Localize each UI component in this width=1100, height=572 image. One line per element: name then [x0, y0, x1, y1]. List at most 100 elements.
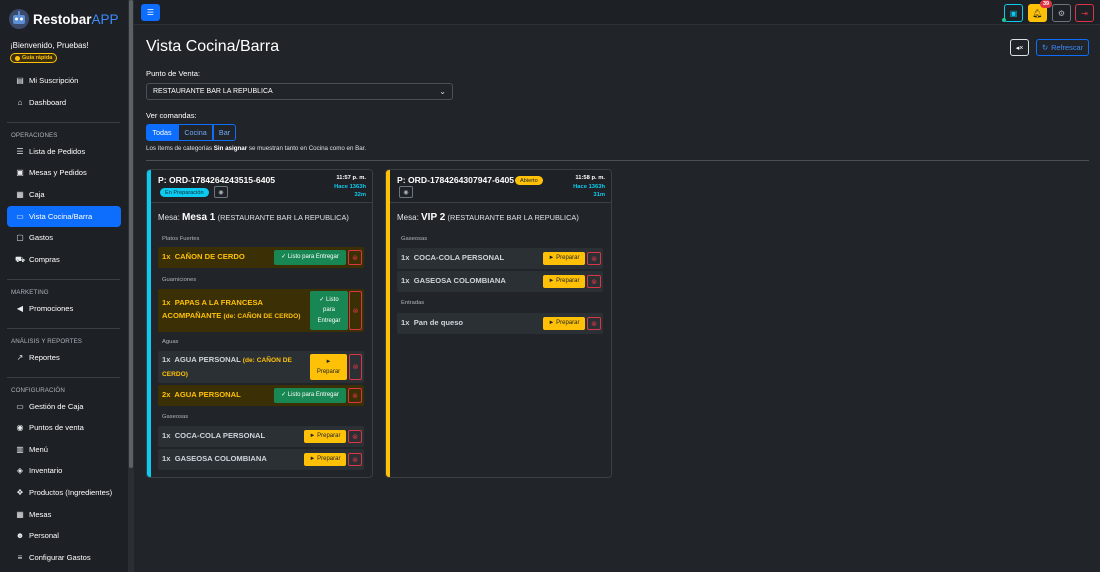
- sidebar-divider: [7, 122, 120, 123]
- guide-badge[interactable]: Guía rápida: [10, 53, 58, 63]
- refresh-button[interactable]: ↻ Refrescar: [1036, 39, 1089, 56]
- sidebar-scrollbar-thumb[interactable]: [129, 0, 133, 468]
- filter-all-button[interactable]: Todas: [146, 124, 178, 141]
- sidebar-item-promotions[interactable]: ◀ Promociones: [7, 298, 121, 319]
- eye-icon: ◉: [403, 189, 409, 196]
- category-label: Platos Fuertes: [162, 236, 200, 242]
- cancel-icon: ⊗: [352, 254, 358, 262]
- order-elapsed-hours: Hace 1363h: [573, 184, 605, 190]
- sidebar-item-expenses[interactable]: ▢ Gastos: [7, 227, 121, 248]
- ready-to-deliver-button[interactable]: ✓ Listo para Entregar: [274, 388, 346, 403]
- sidebar-divider: [7, 279, 120, 280]
- prepare-button[interactable]: ► Preparar: [304, 453, 346, 466]
- online-indicator: [1002, 18, 1006, 22]
- check-icon: ✓: [281, 392, 288, 399]
- sidebar-item-label: Personal: [29, 531, 59, 540]
- sidebar-item-inventory[interactable]: ◈ Inventario: [7, 460, 121, 481]
- order-item-row: 1x Pan de queso ► Preparar ⊗: [397, 313, 603, 334]
- order-item-name: 1x COCA-COLA PERSONAL: [162, 431, 266, 440]
- view-order-button[interactable]: ◉: [214, 186, 228, 198]
- sidebar-item-staff[interactable]: ☻ Personal: [7, 525, 121, 546]
- settings-button[interactable]: ⚙: [1052, 4, 1071, 22]
- prepare-button[interactable]: ► Preparar: [543, 317, 585, 330]
- view-order-button[interactable]: ◉: [399, 186, 413, 198]
- cancel-icon: ⊗: [591, 278, 597, 286]
- notification-count-badge: 39: [1040, 0, 1052, 8]
- sidebar-item-orders[interactable]: ☰ Lista de Pedidos: [7, 141, 121, 162]
- prepare-button[interactable]: ► Preparar: [543, 252, 585, 265]
- cancel-item-button[interactable]: ⊗: [348, 388, 362, 403]
- cancel-item-button[interactable]: ⊗: [587, 317, 601, 330]
- order-item-name: 2x AGUA PERSONAL: [162, 390, 241, 399]
- cancel-item-button[interactable]: ⊗: [349, 291, 362, 330]
- status-badge: En Preparación: [160, 188, 209, 197]
- sidebar-item-dashboard[interactable]: ⌂ Dashboard: [7, 92, 121, 113]
- cancel-item-button[interactable]: ⊗: [587, 252, 601, 265]
- sliders-icon: ≡: [17, 553, 23, 562]
- sidebar-item-label: Configurar Gastos: [29, 553, 91, 562]
- cancel-item-button[interactable]: ⊗: [349, 354, 362, 380]
- eye-icon: ◉: [218, 189, 224, 196]
- prepare-button[interactable]: ► Preparar: [543, 275, 585, 288]
- order-item-name: 1x Pan de queso: [401, 318, 464, 327]
- action-label: Preparar: [317, 433, 341, 440]
- order-item-row: 1x COCA-COLA PERSONAL ► Preparar ⊗: [158, 426, 364, 447]
- sidebar-item-menu[interactable]: ▥ Menú: [7, 439, 121, 460]
- brand-logo[interactable]: RestobarAPP: [8, 8, 119, 30]
- sidebar-item-label: Inventario: [29, 466, 63, 475]
- sound-toggle-button[interactable]: ◂×: [1010, 39, 1029, 56]
- order-card-header: P: ORD-1784264243515-6405 En Preparación…: [151, 170, 372, 203]
- sidebar-item-tables-orders[interactable]: ▣ Mesas y Pedidos: [7, 162, 121, 183]
- page-title: Vista Cocina/Barra: [146, 38, 280, 55]
- order-item-row: 1x GASEOSA COLOMBIANA ► Preparar ⊗: [397, 271, 603, 292]
- assistant-button[interactable]: ▣: [1004, 4, 1023, 22]
- sidebar-item-label: Dashboard: [29, 98, 67, 107]
- cancel-item-button[interactable]: ⊗: [348, 430, 362, 443]
- cancel-item-button[interactable]: ⊗: [587, 275, 601, 288]
- sidebar-item-label: Gestión de Caja: [29, 402, 84, 411]
- sidebar-item-label: Promociones: [29, 304, 74, 313]
- order-item-row: 1x GASEOSA COLOMBIANA ► Preparar ⊗: [158, 449, 364, 470]
- cancel-item-button[interactable]: ⊗: [348, 250, 362, 265]
- sidebar-item-products[interactable]: ❖ Productos (Ingredientes): [7, 482, 121, 503]
- order-item-row: 1x AGUA PERSONAL (de: CAÑON DE CERDO) ► Pr…: [158, 351, 364, 383]
- sidebar-item-tables[interactable]: ▦ Mesas: [7, 504, 121, 525]
- order-item-row: 2x AGUA PERSONAL ✓ Listo para Entregar ⊗: [158, 385, 364, 406]
- sidebar-divider: [7, 328, 120, 329]
- sidebar-item-label: Menú: [29, 445, 48, 454]
- sidebar-item-points-of-sale[interactable]: ◉ Puntos de venta: [7, 417, 121, 438]
- order-card: P: ORD-1784264307947-6405 Abierto ◉ 11:5…: [385, 169, 612, 478]
- sidebar-section-marketing: MARKETING: [11, 289, 49, 296]
- sidebar-section-reports: ANÁLISIS Y REPORTES: [11, 338, 83, 345]
- ready-to-deliver-button[interactable]: ✓ Listo para Entregar: [274, 250, 346, 265]
- filter-kitchen-button[interactable]: Cocina: [178, 124, 213, 141]
- prepare-button[interactable]: ► Preparar: [310, 354, 347, 380]
- sidebar-item-configure-expenses[interactable]: ≡ Configurar Gastos: [7, 547, 121, 568]
- cancel-icon: ⊗: [591, 255, 597, 263]
- pos-select[interactable]: RESTAURANTE BAR LA REPUBLICA ⌄: [146, 83, 453, 100]
- sidebar-item-cash-management[interactable]: ▭ Gestión de Caja: [7, 396, 121, 417]
- book-icon: ▥: [16, 445, 24, 454]
- cart-icon: ⛟: [14, 254, 26, 264]
- sidebar-item-subscription[interactable]: ▤ Mi Suscripción: [7, 70, 121, 91]
- order-table: Mesa: Mesa 1 (RESTAURANTE BAR LA REPUBLI…: [158, 212, 349, 223]
- cancel-item-button[interactable]: ⊗: [348, 453, 362, 466]
- logout-button[interactable]: ⇥: [1075, 4, 1094, 22]
- order-elapsed-minutes: 32m: [354, 192, 366, 198]
- order-id: P: ORD-1784264243515-6405: [158, 175, 276, 185]
- play-icon: ►: [548, 320, 557, 327]
- welcome-text: ¡Bienvenido, Pruebas!: [10, 41, 89, 50]
- sidebar-item-label: Puntos de venta: [29, 423, 84, 432]
- people-icon: ☻: [15, 531, 25, 540]
- sidebar-item-purchases[interactable]: ⛟ Compras: [7, 249, 121, 270]
- menu-toggle-button[interactable]: ☰: [141, 4, 160, 21]
- ready-to-deliver-button[interactable]: ✓ Listo para Entregar: [310, 291, 348, 330]
- action-label: Preparar: [556, 320, 580, 327]
- logout-icon: ⇥: [1081, 8, 1088, 18]
- filter-bar-button[interactable]: Bar: [213, 124, 236, 141]
- order-item-name: 1x GASEOSA COLOMBIANA: [162, 454, 267, 463]
- sidebar-item-reports[interactable]: ↗ Reportes: [7, 347, 121, 368]
- sidebar-item-cashier[interactable]: ▦ Caja: [7, 184, 121, 205]
- sidebar-item-kitchen-view[interactable]: ▭ Vista Cocina/Barra: [7, 206, 121, 227]
- prepare-button[interactable]: ► Preparar: [304, 430, 346, 443]
